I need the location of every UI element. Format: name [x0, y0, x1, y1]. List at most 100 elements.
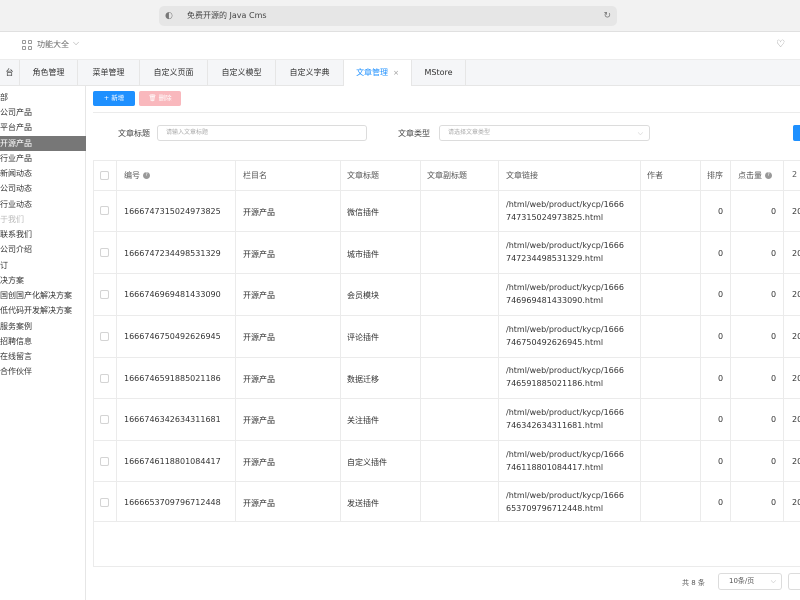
sidebar-item[interactable]: 公司动态 — [0, 181, 86, 196]
cell-date: 20 — [792, 249, 800, 258]
row-checkbox[interactable] — [100, 206, 109, 215]
cell-column: 开源产品 — [243, 250, 275, 259]
cell-link[interactable]: /html/web/product/kycp/1666 — [506, 241, 624, 250]
cell-hits: 0 — [771, 249, 777, 258]
sidebar-item[interactable]: 平台产品 — [0, 120, 86, 135]
add-button[interactable]: + 新增 — [93, 91, 135, 106]
page-size-select[interactable]: 10条/页 ⌵ — [718, 573, 782, 590]
cell-id: 1666746342634311681 — [124, 415, 221, 424]
cell-date: 20 — [792, 374, 800, 383]
tab-label: 自定义页面 — [153, 68, 194, 77]
row-checkbox[interactable] — [100, 290, 109, 299]
sidebar-item[interactable]: 联系我们 — [0, 227, 86, 242]
sidebar-item[interactable]: 在线留言 — [0, 349, 86, 364]
row-checkbox[interactable] — [100, 248, 109, 257]
tab-dashboard[interactable]: 台 — [0, 60, 20, 86]
row-checkbox[interactable] — [100, 374, 109, 383]
function-menu-label[interactable]: 功能大全 — [37, 39, 69, 50]
cell-sort: 0 — [718, 290, 724, 299]
tab-custom-model[interactable]: 自定义模型 — [208, 60, 276, 86]
help-icon[interactable]: ? — [765, 172, 772, 179]
header-author: 作者 — [647, 171, 663, 180]
row-divider — [93, 481, 800, 482]
cell-link[interactable]: /html/web/product/kycp/1666 — [506, 450, 624, 459]
sidebar-item[interactable]: 公司介绍 — [0, 242, 86, 257]
cell-column: 开源产品 — [243, 208, 275, 217]
row-checkbox[interactable] — [100, 457, 109, 466]
cell-title: 发送插件 — [347, 499, 379, 508]
sidebar-item[interactable]: 招聘信息 — [0, 334, 86, 349]
header-column: 栏目名 — [243, 171, 267, 180]
cell-column: 开源产品 — [243, 458, 275, 467]
cell-link[interactable]: /html/web/product/kycp/1666 — [506, 325, 624, 334]
tab-menu-management[interactable]: 菜单管理 — [78, 60, 140, 86]
reload-icon[interactable]: ↻ — [603, 6, 611, 26]
cell-hits: 0 — [771, 374, 777, 383]
cell-title: 微信插件 — [347, 208, 379, 217]
sidebar-item[interactable]: 部 — [0, 90, 86, 105]
close-icon[interactable]: × — [393, 69, 399, 77]
cell-link[interactable]: 746969481433090.html — [506, 296, 603, 305]
pagination-prev-button[interactable] — [788, 573, 800, 590]
address-text: 免费开源的 Java Cms — [187, 11, 267, 20]
row-divider — [93, 440, 800, 441]
theme-icon[interactable]: ♡ — [776, 39, 785, 50]
cell-hits: 0 — [771, 457, 777, 466]
tab-label: 自定义模型 — [221, 68, 262, 77]
header-subtitle: 文章副标题 — [427, 171, 467, 180]
reader-icon[interactable]: ◐ — [165, 6, 173, 26]
sidebar-item-active[interactable]: 开源产品 — [0, 136, 86, 151]
cell-column: 开源产品 — [243, 333, 275, 342]
cell-hits: 0 — [771, 332, 777, 341]
tab-custom-dictionary[interactable]: 自定义字典 — [276, 60, 344, 86]
cell-link[interactable]: /html/web/product/kycp/1666 — [506, 366, 624, 375]
delete-button[interactable]: 🗑 删除 — [139, 91, 181, 106]
sidebar-item[interactable]: 低代码开发解决方案 — [0, 303, 86, 318]
row-checkbox[interactable] — [100, 498, 109, 507]
sidebar-item[interactable]: 国创国产化解决方案 — [0, 288, 86, 303]
sidebar-item[interactable]: 合作伙伴 — [0, 364, 86, 379]
tab-mstore[interactable]: MStore — [412, 60, 466, 86]
sidebar-item[interactable]: 新闻动态 — [0, 166, 86, 181]
cell-link[interactable]: 746342634311681.html — [506, 421, 603, 430]
search-button[interactable] — [793, 125, 800, 141]
sidebar-item[interactable]: 行业动态 — [0, 197, 86, 212]
sidebar-item[interactable]: 行业产品 — [0, 151, 86, 166]
cell-column: 开源产品 — [243, 375, 275, 384]
tab-custom-page[interactable]: 自定义页面 — [140, 60, 208, 86]
cell-link[interactable]: 746750492626945.html — [506, 338, 603, 347]
help-icon[interactable]: ? — [143, 172, 150, 179]
page-size-value: 10条/页 — [729, 577, 755, 585]
cell-link[interactable]: /html/web/product/kycp/1666 — [506, 408, 624, 417]
chevron-down-icon[interactable]: ⌵ — [73, 38, 79, 48]
cell-sort: 0 — [718, 332, 724, 341]
tab-role-management[interactable]: 角色管理 — [20, 60, 78, 86]
cell-link[interactable]: /html/web/product/kycp/1666 — [506, 491, 624, 500]
sidebar-item[interactable]: 订 — [0, 258, 86, 273]
tab-label: 菜单管理 — [92, 68, 125, 77]
sidebar-item[interactable]: 于我们 — [0, 212, 86, 227]
sidebar-item[interactable]: 公司产品 — [0, 105, 86, 120]
tab-article-management[interactable]: 文章管理 × — [344, 60, 412, 86]
sidebar: 部 公司产品 平台产品 开源产品 行业产品 新闻动态 公司动态 行业动态 于我们… — [0, 86, 86, 600]
row-checkbox[interactable] — [100, 415, 109, 424]
cell-link[interactable]: 653709796712448.html — [506, 504, 603, 513]
address-bar[interactable]: ◐ 免费开源的 Java Cms ↻ — [159, 6, 617, 26]
cell-link[interactable]: 747315024973825.html — [506, 213, 603, 222]
sidebar-item[interactable]: 服务案例 — [0, 319, 86, 334]
cell-link[interactable]: 747234498531329.html — [506, 254, 603, 263]
type-filter-select[interactable]: 请选择文章类型 ⌵ — [439, 125, 650, 141]
row-divider — [93, 273, 800, 274]
cell-link[interactable]: /html/web/product/kycp/1666 — [506, 283, 624, 292]
type-filter-label: 文章类型 — [398, 129, 430, 138]
title-filter-input[interactable]: 请输入文章标题 — [157, 125, 367, 141]
select-all-checkbox[interactable] — [100, 171, 109, 180]
grid-icon[interactable] — [22, 40, 32, 50]
row-checkbox[interactable] — [100, 332, 109, 341]
column-divider — [640, 160, 641, 522]
cell-link[interactable]: /html/web/product/kycp/1666 — [506, 200, 624, 209]
sidebar-item[interactable]: 决方案 — [0, 273, 86, 288]
cell-link[interactable]: 746591885021186.html — [506, 379, 603, 388]
cell-link[interactable]: 746118801084417.html — [506, 463, 603, 472]
column-divider — [498, 160, 499, 522]
